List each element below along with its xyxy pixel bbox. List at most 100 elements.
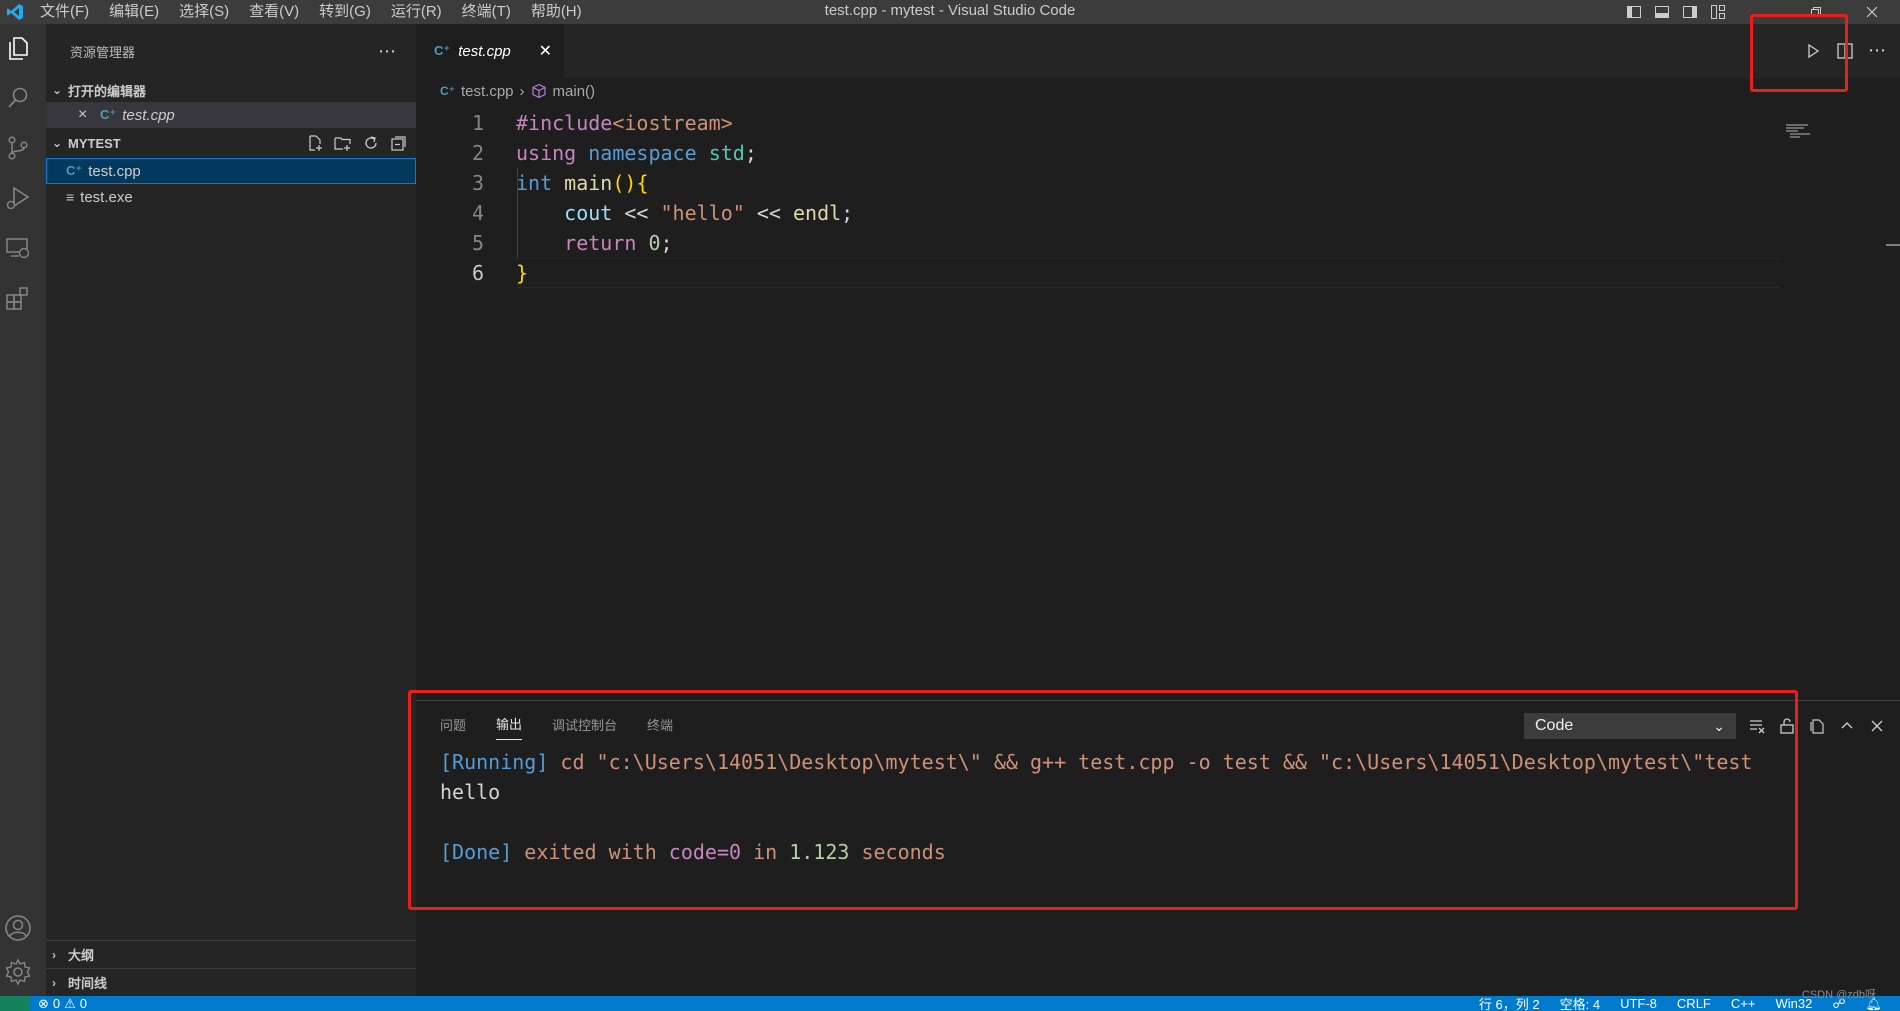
outline-section[interactable]: › 大纲	[46, 940, 416, 968]
customize-layout-icon[interactable]	[1704, 0, 1732, 24]
activity-bar	[0, 24, 46, 996]
status-problems[interactable]: ⊗ 0 ⚠ 0	[38, 996, 87, 1011]
minimap[interactable]	[1786, 124, 1886, 144]
token: <<	[744, 201, 793, 225]
elapsed-seconds: 1.123	[789, 840, 850, 864]
toggle-primary-sidebar-icon[interactable]	[1620, 0, 1648, 24]
close-editor-icon[interactable]: ×	[78, 106, 100, 124]
tab-debug-console[interactable]: 调试控制台	[552, 707, 617, 740]
menu-bar: 文件(F) 编辑(E) 选择(S) 查看(V) 转到(G) 运行(R) 终端(T…	[30, 0, 592, 24]
token: ;	[841, 201, 854, 225]
status-indentation[interactable]: 空格: 4	[1560, 996, 1600, 1011]
remote-indicator[interactable]	[0, 996, 30, 1011]
token: ;	[744, 141, 757, 165]
open-log-file-icon[interactable]	[1808, 717, 1826, 735]
new-folder-icon[interactable]	[334, 134, 352, 152]
line-number: 3	[471, 171, 484, 195]
clear-output-icon[interactable]	[1748, 717, 1766, 735]
editor-tab-test-cpp[interactable]: C⁺ test.cpp ✕	[416, 24, 564, 78]
lock-scroll-icon[interactable]	[1778, 717, 1796, 735]
output-line: [Done] exited with code=0 in 1.123 secon…	[440, 837, 1900, 867]
file-name: test.cpp	[88, 162, 141, 180]
cube-symbol-icon	[531, 83, 546, 99]
token: main	[564, 171, 613, 195]
token: namespace	[588, 141, 697, 165]
title-actions	[1620, 0, 1900, 24]
timeline-section[interactable]: › 时间线	[46, 968, 416, 996]
cpp-file-icon: C⁺	[100, 107, 117, 122]
menu-file[interactable]: 文件(F)	[30, 0, 99, 24]
run-code-icon[interactable]	[1804, 42, 1822, 60]
breadcrumb-file[interactable]: test.cpp	[461, 83, 514, 100]
vscode-window: 文件(F) 编辑(E) 选择(S) 查看(V) 转到(G) 运行(R) 终端(T…	[0, 0, 1900, 1011]
menu-run[interactable]: 运行(R)	[381, 0, 452, 24]
close-window-icon[interactable]	[1844, 0, 1900, 24]
extensions-icon[interactable]	[0, 274, 36, 322]
status-eol[interactable]: CRLF	[1677, 996, 1711, 1011]
minimize-icon[interactable]	[1732, 0, 1788, 24]
open-editors-label: 打开的编辑器	[68, 83, 147, 99]
token: 0	[648, 231, 661, 255]
new-file-icon[interactable]	[306, 134, 324, 152]
close-tab-icon[interactable]: ✕	[539, 41, 552, 61]
line-number: 1	[471, 111, 484, 135]
file-item-test-exe[interactable]: ≡ test.exe	[46, 184, 416, 210]
refresh-icon[interactable]	[362, 134, 380, 152]
code-editor[interactable]: 1 #include<iostream> 2 using namespace s…	[416, 108, 1900, 288]
folder-section-mytest[interactable]: ⌄ MYTEST	[46, 128, 416, 158]
tab-problems[interactable]: 问题	[440, 707, 466, 740]
token: {	[636, 171, 649, 195]
chevron-right-icon: ›	[52, 975, 56, 990]
output-line: hello	[440, 777, 1900, 807]
search-icon[interactable]	[0, 74, 36, 122]
maximize-panel-icon[interactable]	[1838, 717, 1856, 735]
menu-selection[interactable]: 选择(S)	[169, 0, 239, 24]
current-line-highlight	[516, 258, 1780, 288]
line-content: using namespace std;	[484, 138, 757, 168]
folder-label: MYTEST	[68, 135, 121, 151]
exit-code: code=0	[668, 840, 742, 864]
status-cursor-position[interactable]: 行 6，列 2	[1479, 996, 1540, 1011]
menu-go[interactable]: 转到(G)	[309, 0, 381, 24]
close-panel-icon[interactable]	[1868, 717, 1886, 735]
output-channel-select[interactable]: Code ⌄	[1524, 713, 1736, 739]
menu-edit[interactable]: 编辑(E)	[99, 0, 169, 24]
breadcrumb: C⁺ test.cpp › main()	[416, 78, 1900, 104]
menu-help[interactable]: 帮助(H)	[521, 0, 592, 24]
status-language[interactable]: C++	[1731, 996, 1756, 1011]
chevron-down-icon: ⌄	[1713, 717, 1725, 734]
status-encoding[interactable]: UTF-8	[1620, 996, 1657, 1011]
remote-explorer-icon[interactable]	[0, 224, 36, 272]
restore-icon[interactable]	[1788, 0, 1844, 24]
menu-view[interactable]: 查看(V)	[239, 0, 309, 24]
token: return	[564, 231, 637, 255]
manage-gear-icon[interactable]	[0, 948, 36, 996]
source-control-icon[interactable]	[0, 124, 36, 172]
done-text: in	[741, 840, 790, 864]
collapse-all-icon[interactable]	[390, 134, 408, 152]
line-content: return 0;	[484, 228, 672, 258]
sidebar-bottom-sections: › 大纲 › 时间线	[46, 940, 416, 996]
run-and-debug-icon[interactable]	[0, 174, 36, 222]
open-editors-section[interactable]: ⌄ 打开的编辑器	[46, 78, 416, 102]
tab-output[interactable]: 输出	[496, 706, 523, 740]
code-line: 5 return 0;	[416, 228, 1900, 258]
breadcrumb-symbol[interactable]: main()	[553, 83, 596, 100]
more-actions-icon[interactable]: ⋯	[1868, 40, 1886, 61]
token: int	[516, 171, 553, 195]
done-text: exited with	[512, 840, 669, 864]
accounts-icon[interactable]	[0, 904, 36, 952]
explorer-icon[interactable]	[0, 24, 36, 72]
split-editor-icon[interactable]	[1836, 42, 1854, 60]
output-content[interactable]: [Running] cd "c:\Users\14051\Desktop\myt…	[416, 747, 1900, 867]
tab-terminal[interactable]: 终端	[647, 707, 673, 740]
cpp-file-icon: C⁺	[66, 163, 83, 178]
file-item-test-cpp[interactable]: C⁺ test.cpp	[46, 158, 416, 184]
toggle-panel-icon[interactable]	[1648, 0, 1676, 24]
toggle-secondary-sidebar-icon[interactable]	[1676, 0, 1704, 24]
open-editor-item[interactable]: × C⁺ test.cpp	[46, 102, 416, 128]
more-actions-icon[interactable]: ⋯	[378, 41, 396, 62]
explorer-sidebar: 资源管理器 ⋯ ⌄ 打开的编辑器 × C⁺ test.cpp ⌄ MYTEST	[46, 24, 416, 996]
menu-terminal[interactable]: 终端(T)	[452, 0, 521, 24]
line-content: cout << "hello" << endl;	[484, 198, 853, 228]
